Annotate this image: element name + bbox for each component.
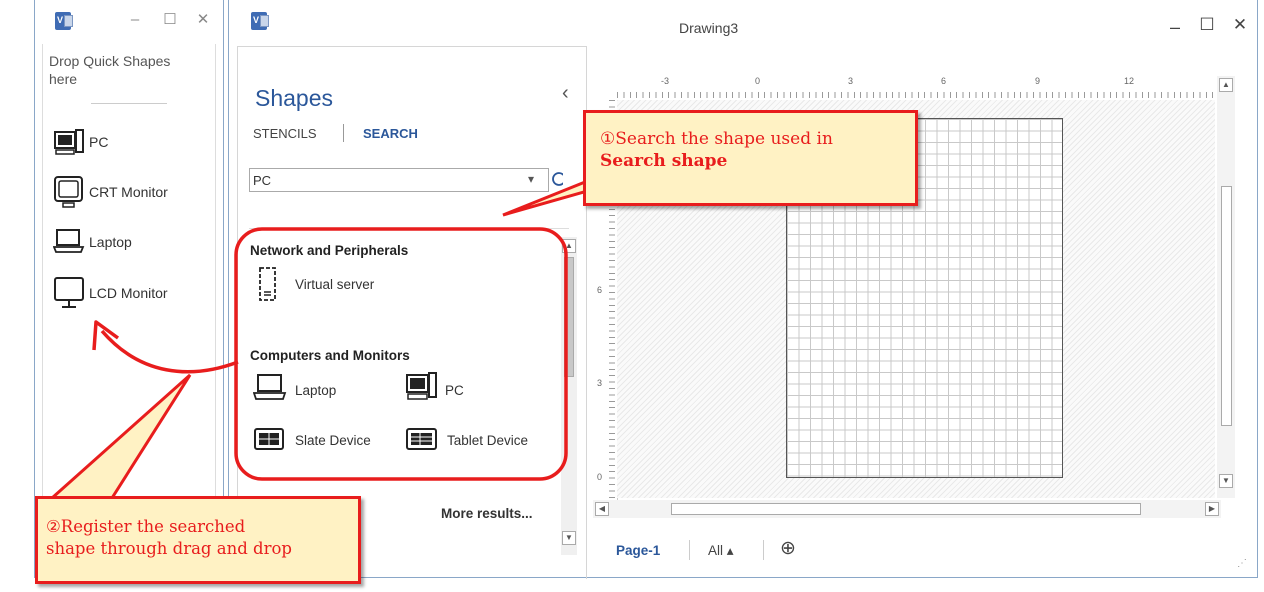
quick-shape-label: CRT Monitor — [89, 184, 168, 200]
callout-line: ①Search the shape used in — [600, 129, 833, 149]
tab-divider — [343, 124, 344, 142]
quick-shape-laptop[interactable]: Laptop — [53, 228, 203, 258]
group-title: Network and Peripherals — [250, 243, 409, 258]
results-scrollbar[interactable]: ▲ ▼ — [561, 237, 577, 555]
shape-label: Laptop — [295, 383, 337, 398]
close-button[interactable]: ✕ — [1230, 15, 1250, 35]
laptop-icon — [53, 229, 85, 253]
visio-app-icon: V — [55, 12, 73, 30]
search-icon[interactable] — [549, 170, 563, 190]
tab-stencils[interactable]: STENCILS — [253, 126, 317, 141]
add-page-icon[interactable]: ⊕ — [780, 537, 796, 560]
ruler-tick-label: 12 — [1124, 76, 1135, 86]
callout-line: ②Register the searched — [46, 517, 246, 536]
maximize-button[interactable]: ☐ — [160, 10, 180, 30]
scroll-up-icon[interactable]: ▲ — [562, 239, 576, 253]
quick-shape-pc[interactable]: PC — [53, 128, 203, 160]
slate-device-icon — [254, 428, 284, 450]
shape-label: Virtual server — [295, 277, 375, 292]
all-pages-button[interactable]: All ▴ — [708, 543, 734, 559]
search-value: PC — [253, 173, 272, 188]
scroll-right-icon[interactable]: ▶ — [1205, 502, 1219, 516]
quick-shape-crt-monitor[interactable]: CRT Monitor — [53, 175, 203, 211]
callout-drag-drop: ②Register the searched shape through dra… — [35, 496, 361, 584]
more-results-link[interactable]: More results... — [441, 506, 533, 521]
quick-shape-label: Laptop — [89, 234, 132, 250]
quick-shape-lcd-monitor[interactable]: LCD Monitor — [53, 276, 203, 312]
shape-label: Tablet Device — [447, 433, 529, 448]
quick-shapes-window: V – ☐ ✕ Drop Quick Shapes here PC CRT Mo… — [34, 0, 224, 578]
drawing-window: V Drawing3 – ☐ ✕ Shapes ‹ STENCILS SEARC… — [228, 0, 1258, 579]
lcd-monitor-icon — [54, 277, 84, 308]
shapes-panel-title: Shapes — [255, 85, 334, 111]
tab-search[interactable]: SEARCH — [363, 126, 418, 141]
tab-page-1[interactable]: Page-1 — [616, 543, 660, 558]
pc-icon — [54, 129, 84, 155]
search-input[interactable]: PC ▾ — [249, 168, 549, 192]
minimize-button[interactable]: – — [125, 10, 145, 30]
page-tab-divider — [689, 540, 690, 560]
resize-grip-icon[interactable]: ⋰ — [1237, 558, 1247, 569]
group-title: Computers and Monitors — [250, 348, 410, 363]
page-tab-divider — [763, 540, 764, 560]
shape-slate-device[interactable]: Slate Device — [253, 426, 393, 456]
ruler-tick-label: 6 — [597, 285, 603, 295]
callout-search-shape: ①Search the shape used in Search shape — [583, 110, 918, 206]
horizontal-scrollbar[interactable]: ◀ ▶ — [593, 500, 1221, 518]
scroll-down-icon[interactable]: ▼ — [562, 531, 576, 545]
scroll-thumb[interactable] — [564, 257, 574, 377]
scroll-down-icon[interactable]: ▼ — [1219, 474, 1233, 488]
crt-monitor-icon — [54, 176, 83, 208]
ruler-tick-label: -3 — [661, 76, 670, 86]
ruler-tick-label: 9 — [1035, 76, 1041, 86]
ruler-tick-label: 0 — [755, 76, 761, 86]
shape-virtual-server[interactable]: Virtual server — [257, 264, 407, 304]
shape-label: PC — [445, 383, 464, 398]
quick-shape-label: LCD Monitor — [89, 285, 168, 301]
quick-shape-label: PC — [89, 134, 109, 150]
results-divider — [249, 228, 569, 229]
minimize-button[interactable]: – — [1165, 17, 1185, 37]
ruler-corner — [593, 76, 617, 100]
window-title: Drawing3 — [679, 20, 739, 36]
vertical-scrollbar[interactable]: ▲ ▼ — [1217, 76, 1235, 498]
shape-pc[interactable]: PC — [405, 371, 505, 405]
tablet-device-icon — [406, 428, 437, 450]
callout-line-bold: Search shape — [600, 151, 728, 171]
ruler-tick-label: 3 — [848, 76, 854, 86]
close-button[interactable]: ✕ — [193, 10, 213, 30]
search-dropdown-arrow[interactable]: ▾ — [528, 172, 534, 186]
scroll-thumb[interactable] — [1221, 186, 1232, 426]
scroll-left-icon[interactable]: ◀ — [595, 502, 609, 516]
ruler-tick-label: 0 — [597, 472, 603, 482]
laptop-icon — [253, 374, 287, 400]
shape-tablet-device[interactable]: Tablet Device — [405, 426, 555, 456]
scroll-up-icon[interactable]: ▲ — [1219, 78, 1233, 92]
maximize-button[interactable]: ☐ — [1197, 15, 1217, 35]
pc-icon — [406, 372, 437, 400]
visio-app-icon: V — [251, 12, 269, 30]
shape-label: Slate Device — [295, 433, 371, 448]
drop-quick-shapes-text: Drop Quick Shapes here — [49, 53, 171, 87]
ruler-tick-label: 6 — [941, 76, 947, 86]
virtual-server-icon — [259, 267, 276, 301]
drop-divider — [91, 103, 167, 104]
ruler-tick-label: 3 — [597, 378, 603, 388]
shape-laptop[interactable]: Laptop — [253, 373, 373, 405]
collapse-panel-button[interactable]: ‹ — [562, 82, 569, 105]
scroll-thumb[interactable] — [671, 503, 1141, 515]
callout-line: shape through drag and drop — [46, 539, 292, 558]
